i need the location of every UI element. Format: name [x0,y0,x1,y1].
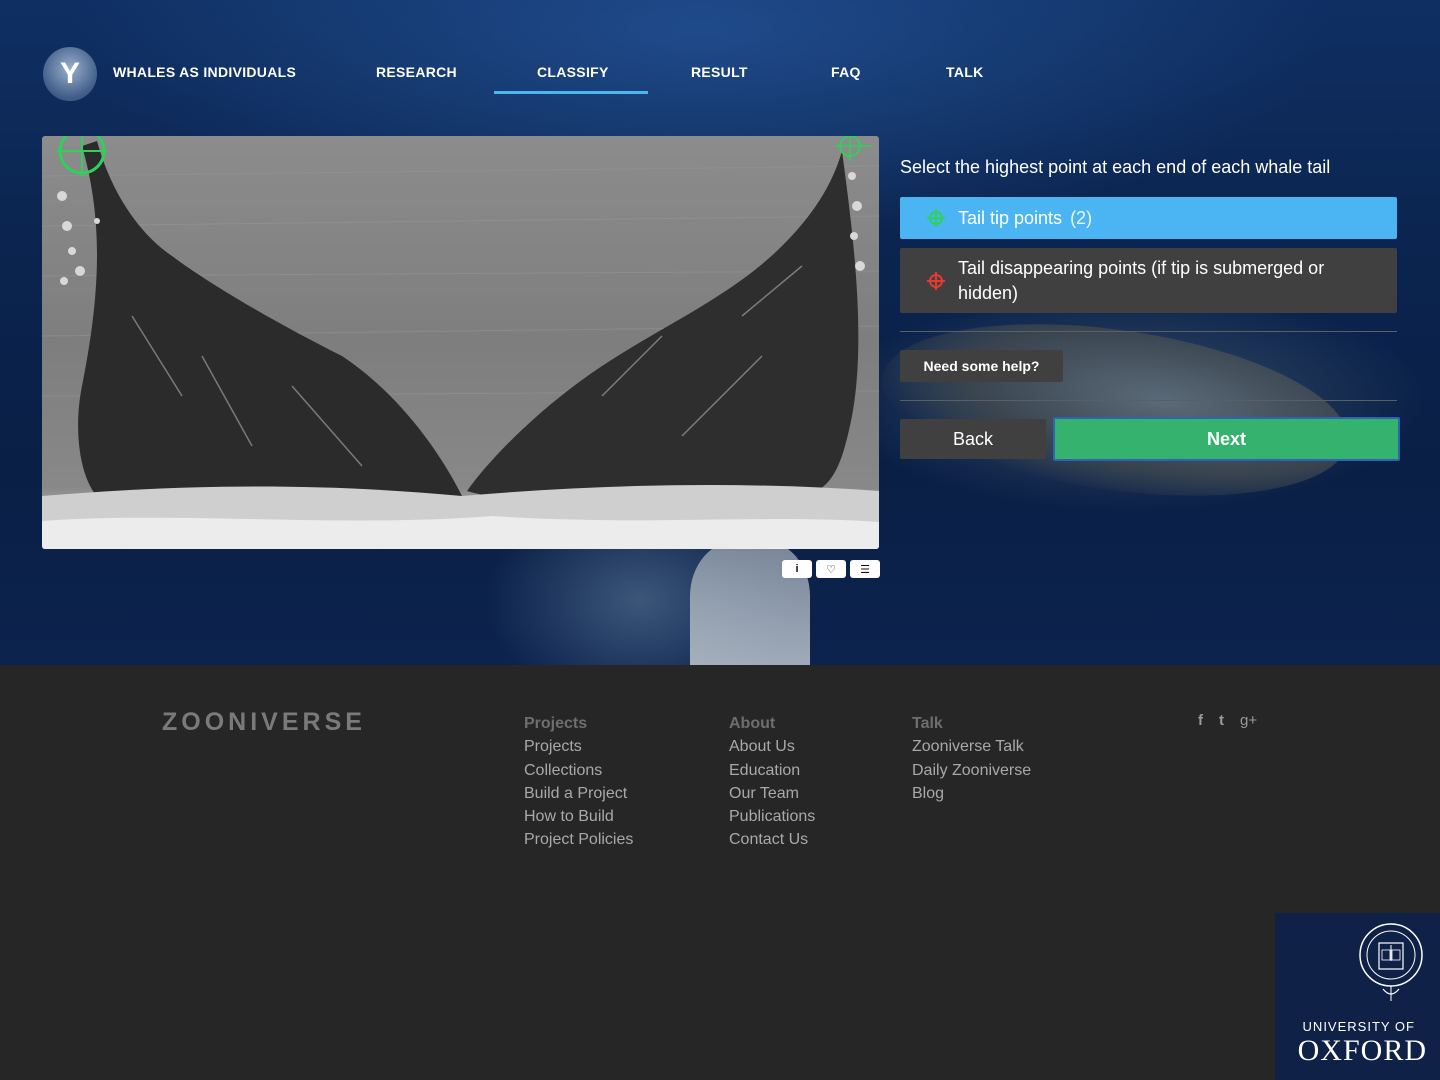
nav-faq[interactable]: FAQ [831,64,861,80]
choice-count: (2) [1070,207,1093,228]
social-links: f t g+ [1198,712,1257,729]
footer-link[interactable]: Our Team [729,782,815,805]
footer-link[interactable]: Build a Project [524,782,633,805]
info-icon[interactable]: i [782,560,812,578]
nav-result[interactable]: RESULT [691,64,748,80]
choice-tail-disappearing-points[interactable]: Tail disappearing points (if tip is subm… [900,248,1397,313]
footer-link[interactable]: Blog [912,782,1031,805]
task-question: Select the highest point at each end of … [900,157,1331,177]
footer-link[interactable]: Collections [524,759,633,782]
footer-column-projects: Projects Projects Collections Build a Pr… [524,712,633,852]
project-title[interactable]: WHALES AS INDIVIDUALS [113,64,296,80]
subject-image[interactable] [42,136,879,549]
heart-icon[interactable]: ♡ [816,560,846,578]
next-button[interactable]: Next [1053,417,1400,461]
google-plus-icon[interactable]: g+ [1240,712,1257,729]
oxford-line2: OXFORD [1297,1034,1427,1067]
nav-active-indicator [494,91,648,94]
footer-link[interactable]: Zooniverse Talk [912,735,1031,758]
nav-talk[interactable]: TALK [946,64,984,80]
choice-tail-tip-points[interactable]: Tail tip points (2) [900,197,1397,239]
divider [900,400,1397,401]
crosshair-red-icon [927,271,945,290]
footer-link[interactable]: Education [729,759,815,782]
heart-glyph: ♡ [826,563,836,576]
nav-research[interactable]: RESEARCH [376,64,457,80]
facebook-icon[interactable]: f [1198,712,1203,729]
list-glyph: ☰ [860,563,870,576]
oxford-logo[interactable]: UNIVERSITY OF OXFORD [1275,913,1440,1080]
footer-link[interactable]: Project Policies [524,828,633,851]
footer-link[interactable]: Publications [729,805,815,828]
footer-link[interactable]: Contact Us [729,828,815,851]
help-button[interactable]: Need some help? [900,350,1063,382]
subject-toolbar: i ♡ ☰ [782,560,880,578]
footer-heading: About [729,715,776,732]
footer-column-about: About About Us Education Our Team Public… [729,712,815,852]
oxford-crest-icon [1359,923,1423,1001]
whale-tail-image [42,136,879,549]
hero-background: Y WHALES AS INDIVIDUALS RESEARCH CLASSIF… [0,0,1440,665]
footer-heading: Talk [912,715,943,732]
zooniverse-logo[interactable]: ZOONIVERSE [162,708,366,737]
project-logo-glyph: Y [59,57,80,90]
twitter-icon[interactable]: t [1219,712,1224,729]
footer-link[interactable]: How to Build [524,805,633,828]
footer-link[interactable]: Daily Zooniverse [912,759,1031,782]
list-icon[interactable]: ☰ [850,560,880,578]
footer-column-talk: Talk Zooniverse Talk Daily Zooniverse Bl… [912,712,1031,805]
back-button[interactable]: Back [900,419,1046,459]
divider [900,331,1397,332]
choice-label: Tail tip points [958,207,1063,228]
oxford-line1: UNIVERSITY OF [1302,1019,1415,1034]
footer-heading: Projects [524,715,588,732]
background-whale-fin [690,540,810,665]
footer-link[interactable]: Projects [524,735,633,758]
info-glyph: i [795,563,799,575]
crosshair-green-icon [927,209,945,227]
footer-link[interactable]: About Us [729,735,815,758]
project-logo[interactable]: Y [43,47,97,101]
nav-classify[interactable]: CLASSIFY [537,64,609,80]
choice-label: Tail disappearing points (if tip is subm… [958,257,1325,303]
